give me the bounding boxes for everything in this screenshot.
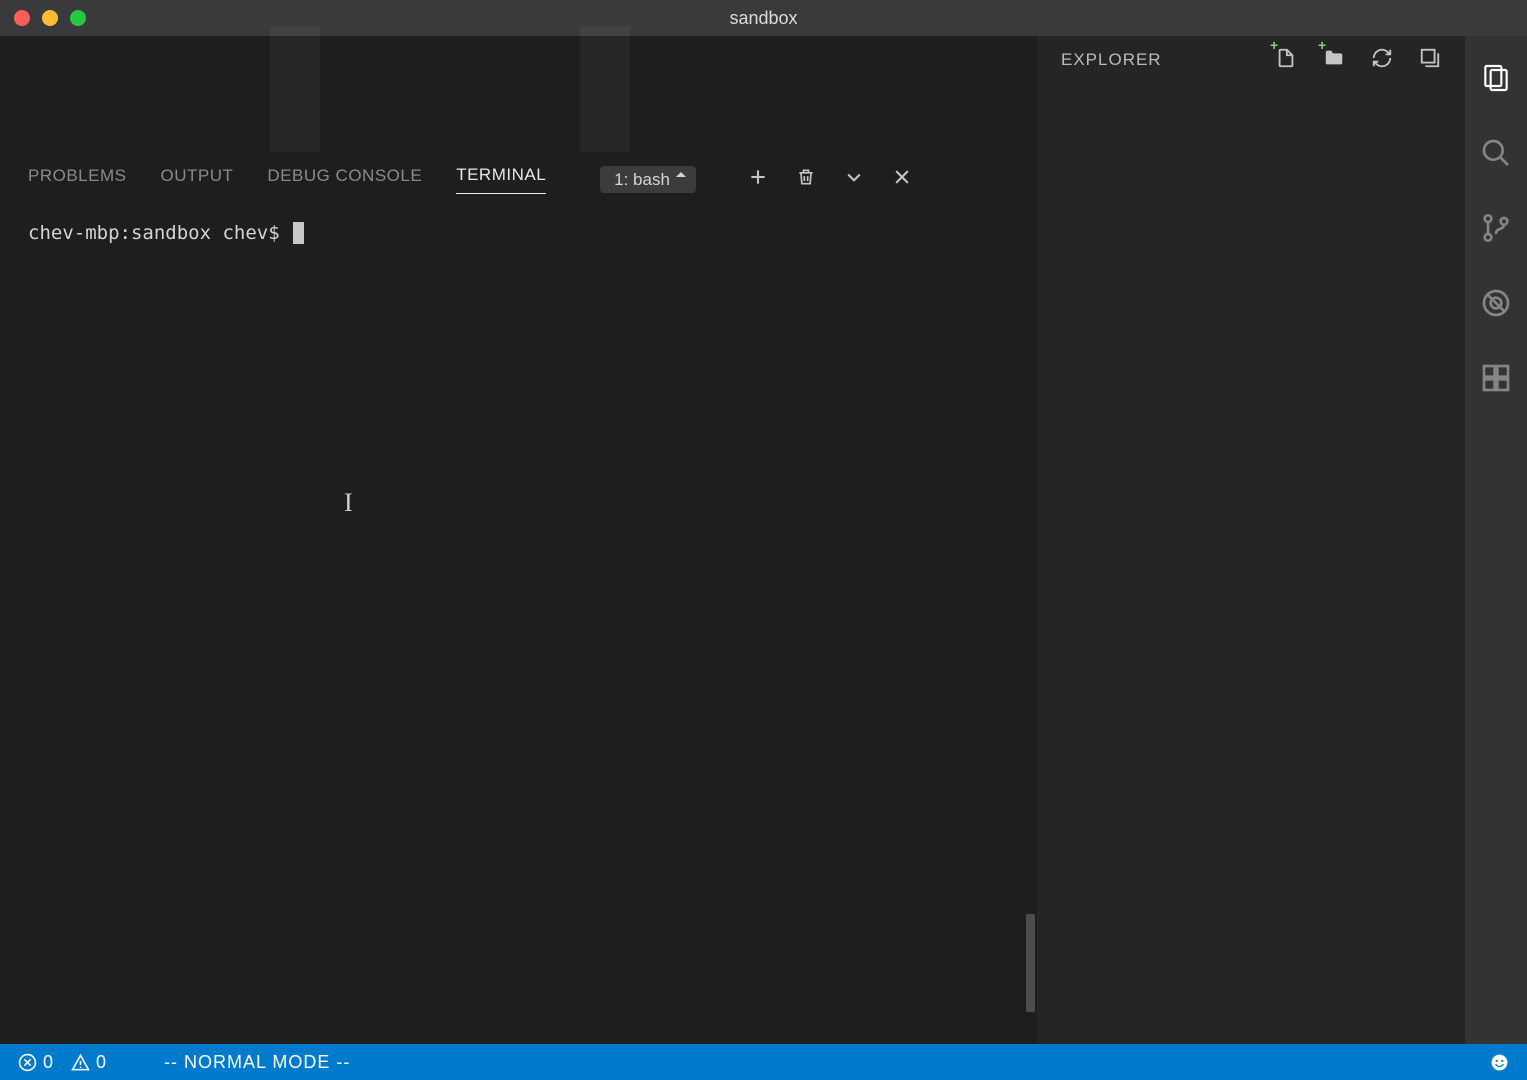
maximize-panel-button[interactable] [844, 167, 864, 192]
scrollbar-thumb[interactable] [1026, 914, 1035, 1012]
status-vim-mode: -- NORMAL MODE -- [164, 1052, 350, 1073]
kill-terminal-button[interactable] [796, 167, 816, 192]
terminal-prompt: chev-mbp:sandbox chev$ [28, 222, 291, 244]
status-feedback-button[interactable] [1490, 1053, 1509, 1072]
activity-debug-icon[interactable] [1480, 287, 1512, 324]
new-file-button[interactable] [1275, 47, 1297, 74]
window-close-button[interactable] [14, 10, 30, 26]
collapse-folders-button[interactable] [1419, 47, 1441, 74]
explorer-title: EXPLORER [1061, 50, 1162, 70]
terminal[interactable]: chev-mbp:sandbox chev$ [0, 206, 1037, 1044]
window-zoom-button[interactable] [70, 10, 86, 26]
new-folder-button[interactable] [1323, 47, 1345, 74]
window-minimize-button[interactable] [42, 10, 58, 26]
tab-terminal[interactable]: TERMINAL [456, 165, 546, 194]
status-errors[interactable]: 0 [18, 1052, 53, 1073]
status-bar: 0 0 -- NORMAL MODE -- [0, 1044, 1527, 1080]
activity-git-icon[interactable] [1480, 212, 1512, 249]
titlebar: sandbox [0, 0, 1527, 36]
activity-explorer-icon[interactable] [1480, 62, 1512, 99]
tab-problems[interactable]: PROBLEMS [28, 166, 126, 194]
explorer-panel: EXPLORER [1037, 36, 1465, 1044]
editor-empty [0, 36, 1037, 152]
tab-debug-console[interactable]: DEBUG CONSOLE [267, 166, 422, 194]
new-terminal-button[interactable] [748, 167, 768, 192]
tab-output[interactable]: OUTPUT [160, 166, 233, 194]
terminal-cursor [293, 222, 304, 244]
status-warnings[interactable]: 0 [71, 1052, 106, 1073]
refresh-explorer-button[interactable] [1371, 47, 1393, 74]
activity-bar [1465, 36, 1527, 1044]
status-errors-count: 0 [43, 1052, 53, 1073]
close-panel-button[interactable] [892, 167, 912, 192]
panel-tabbar: PROBLEMS OUTPUT DEBUG CONSOLE TERMINAL 1… [0, 152, 1037, 206]
activity-search-icon[interactable] [1480, 137, 1512, 174]
editor-area: PROBLEMS OUTPUT DEBUG CONSOLE TERMINAL 1… [0, 36, 1037, 1044]
activity-extensions-icon[interactable] [1480, 362, 1512, 399]
terminal-selector[interactable]: 1: bash [600, 166, 696, 193]
terminal-scrollbar[interactable] [1025, 206, 1037, 1044]
text-cursor-icon: I [344, 488, 353, 518]
window-title: sandbox [0, 8, 1527, 29]
vscode-watermark [270, 26, 630, 152]
status-warnings-count: 0 [96, 1052, 106, 1073]
